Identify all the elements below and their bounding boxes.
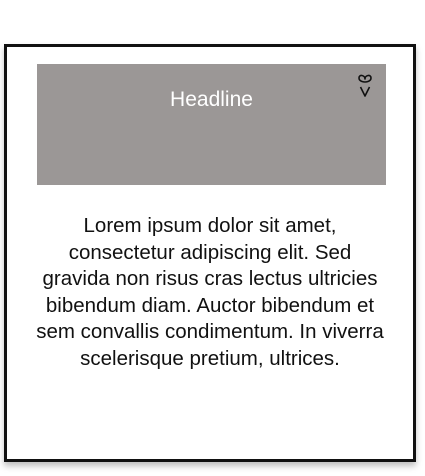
content-card: Headline Lorem ipsum dolor sit amet, con… — [4, 44, 416, 462]
card-banner: Headline — [37, 64, 386, 185]
card-body-text: Lorem ipsum dolor sit amet, consectetur … — [36, 214, 384, 370]
heart-icon[interactable] — [356, 72, 374, 98]
card-headline: Headline — [170, 88, 253, 111]
